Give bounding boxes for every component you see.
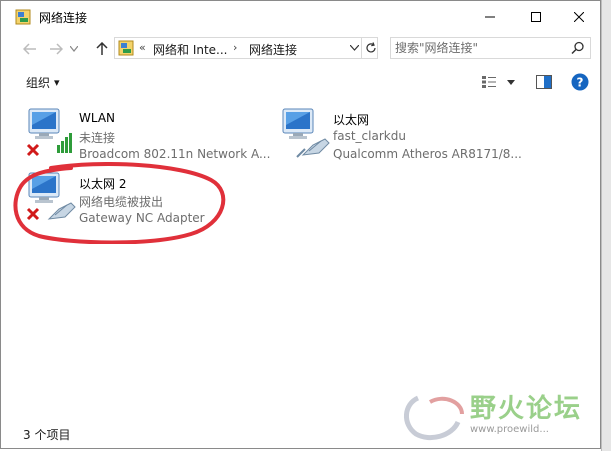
search-box[interactable] — [390, 37, 591, 59]
connection-device: Qualcomm Atheros AR8171/8... — [333, 147, 522, 161]
connection-device: Gateway NC Adapter — [79, 211, 205, 225]
preview-pane-button[interactable] — [533, 71, 555, 93]
breadcrumb-current[interactable]: 网络连接 — [249, 41, 297, 58]
refresh-button[interactable] — [361, 38, 379, 58]
caret-down-icon — [507, 79, 515, 85]
command-bar: 组织 ▾ ? — [1, 67, 600, 97]
background-window-edge — [601, 0, 611, 451]
watermark-url: www.proewild... — [470, 424, 549, 435]
chevron-down-icon — [70, 46, 78, 52]
close-button[interactable] — [556, 1, 602, 32]
back-button[interactable] — [19, 38, 41, 60]
chevron-down-icon: ▾ — [54, 76, 60, 89]
minimize-button[interactable] — [467, 1, 513, 32]
help-icon: ? — [571, 73, 589, 91]
change-view-button[interactable] — [479, 71, 499, 93]
connection-name: 以太网 2 — [79, 177, 127, 191]
connection-status: 网络电缆被拔出 — [79, 195, 164, 209]
breadcrumb-separator[interactable]: › — [233, 41, 237, 54]
window-title: 网络连接 — [39, 11, 88, 25]
connection-item-wlan[interactable]: WLAN 未连接 Broadcom 802.11n Network A... — [25, 105, 280, 161]
item-count: 3 个项目 — [23, 428, 71, 442]
up-button[interactable] — [91, 38, 113, 60]
title-bar: 网络连接 — [1, 1, 600, 32]
maximize-icon — [531, 11, 541, 22]
explorer-window: 网络连接 « 网络和 Inte... › 网络连接 搜索"网络连接" 组织 ▾ … — [0, 0, 601, 449]
view-dropdown-button[interactable] — [503, 71, 519, 93]
connection-status: fast_clarkdu — [333, 129, 406, 143]
connection-name: 以太网 — [333, 113, 370, 127]
ethernet-adapter-icon — [26, 172, 76, 221]
chevron-down-icon — [349, 45, 359, 51]
connection-list: WLAN 未连接 Broadcom 802.11n Network A... 以… — [1, 101, 600, 419]
close-icon — [574, 11, 584, 22]
minimize-icon — [485, 16, 495, 17]
breadcrumb-parent[interactable]: 网络和 Inte... — [153, 41, 228, 58]
forward-button[interactable] — [45, 38, 67, 60]
address-dropdown-button[interactable] — [347, 38, 361, 58]
address-bar[interactable]: « 网络和 Inte... › 网络连接 — [114, 37, 378, 59]
watermark-text: 野火论坛 — [470, 394, 583, 424]
maximize-button[interactable] — [513, 1, 559, 32]
organize-label: 组织 — [26, 76, 51, 90]
recent-locations-button[interactable] — [67, 38, 81, 60]
connection-item-ethernet-2[interactable]: 以太网 2 网络电缆被拔出 Gateway NC Adapter — [25, 169, 280, 225]
organize-button[interactable]: 组织 ▾ — [26, 74, 60, 91]
connection-status: 未连接 — [79, 131, 116, 145]
view-options-icon — [482, 76, 496, 88]
arrow-up-icon — [96, 42, 108, 55]
breadcrumb-overflow[interactable]: « — [139, 41, 146, 54]
ethernet-adapter-icon — [282, 108, 330, 158]
connection-item-ethernet[interactable]: 以太网 fast_clarkdu Qualcomm Atheros AR8171… — [279, 105, 534, 161]
arrow-right-icon — [50, 43, 63, 55]
wireless-adapter-icon — [26, 108, 72, 157]
arrow-left-icon — [23, 43, 36, 55]
preview-pane-icon — [536, 75, 552, 89]
refresh-icon — [365, 42, 376, 53]
navigation-bar: « 网络和 Inte... › 网络连接 — [1, 34, 600, 64]
help-button[interactable]: ? — [569, 71, 591, 93]
svg-text:?: ? — [577, 76, 584, 90]
search-input[interactable] — [395, 40, 565, 56]
network-connections-icon — [118, 40, 134, 56]
search-icon[interactable] — [570, 40, 586, 56]
network-connections-icon — [15, 9, 31, 25]
connection-name: WLAN — [79, 111, 116, 125]
connection-device: Broadcom 802.11n Network A... — [79, 147, 271, 161]
